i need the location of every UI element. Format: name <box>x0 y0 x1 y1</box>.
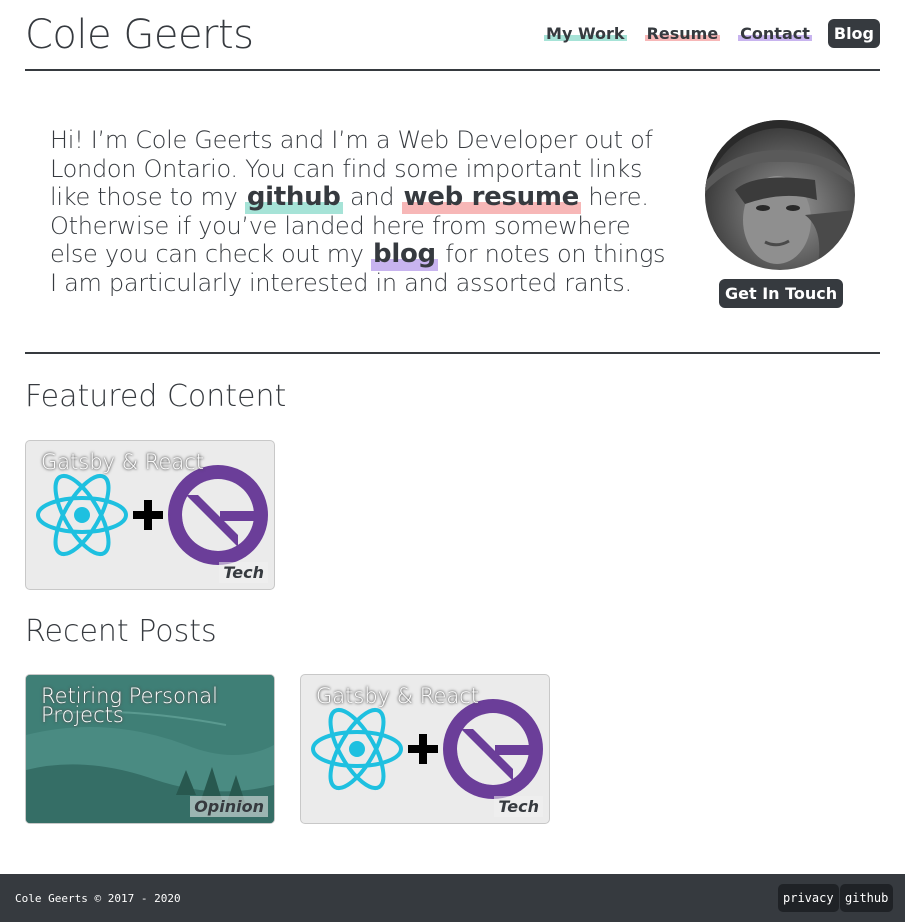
featured-card[interactable]: Gatsby & React Tech <box>25 440 275 590</box>
card-title: Gatsby & React <box>41 450 205 474</box>
card-tag: Tech <box>219 562 268 583</box>
blog-button[interactable]: Blog <box>827 19 880 48</box>
card-tag: Tech <box>494 796 543 817</box>
intro-line: Otherwise if you’ve landed here from som… <box>50 211 631 240</box>
profile-avatar <box>705 120 855 270</box>
site-title[interactable]: Cole Geerts <box>25 12 254 58</box>
intro-line: else you can check out my blog for notes… <box>50 239 666 271</box>
avatar-photo-icon <box>705 120 855 270</box>
main-nav: My Work Resume Contact Blog <box>526 19 880 48</box>
copyright-text: Cole Geerts © 2017 - 2020 <box>15 892 181 905</box>
card-title: Retiring Personal Projects <box>41 684 218 727</box>
nav-resume[interactable]: Resume <box>644 24 721 43</box>
featured-content-heading: Featured Content <box>25 379 287 414</box>
recent-card[interactable]: Gatsby & React Tech <box>300 674 550 824</box>
github-link[interactable]: github <box>244 182 343 214</box>
nav-contact[interactable]: Contact <box>738 24 812 43</box>
intro-text: Hi! I’m Cole Geerts and I’m a Web Develo… <box>50 126 666 297</box>
privacy-button[interactable]: privacy <box>778 884 839 912</box>
intro-line: Hi! I’m Cole Geerts and I’m a Web Develo… <box>50 126 653 154</box>
intro-line: London Ontario. You can find some import… <box>50 154 643 183</box>
get-in-touch-button[interactable]: Get In Touch <box>719 279 844 308</box>
intro-line: I am particularly interested in and asso… <box>50 268 632 297</box>
recent-posts-heading: Recent Posts <box>25 614 217 649</box>
card-tag: Opinion <box>190 796 268 817</box>
card-title: Gatsby & React <box>316 684 480 708</box>
site-footer: Cole Geerts © 2017 - 2020 privacy github <box>0 874 905 922</box>
web-resume-link[interactable]: web resume <box>401 182 582 214</box>
site-header: Cole Geerts My Work Resume Contact Blog <box>25 0 880 71</box>
nav-my-work[interactable]: My Work <box>544 24 627 43</box>
section-divider <box>25 352 880 354</box>
blog-link[interactable]: blog <box>371 239 438 271</box>
recent-card[interactable]: Retiring Personal Projects Opinion <box>25 674 275 824</box>
github-button[interactable]: github <box>840 884 894 912</box>
intro-line: like those to my github and web resume h… <box>50 182 649 214</box>
